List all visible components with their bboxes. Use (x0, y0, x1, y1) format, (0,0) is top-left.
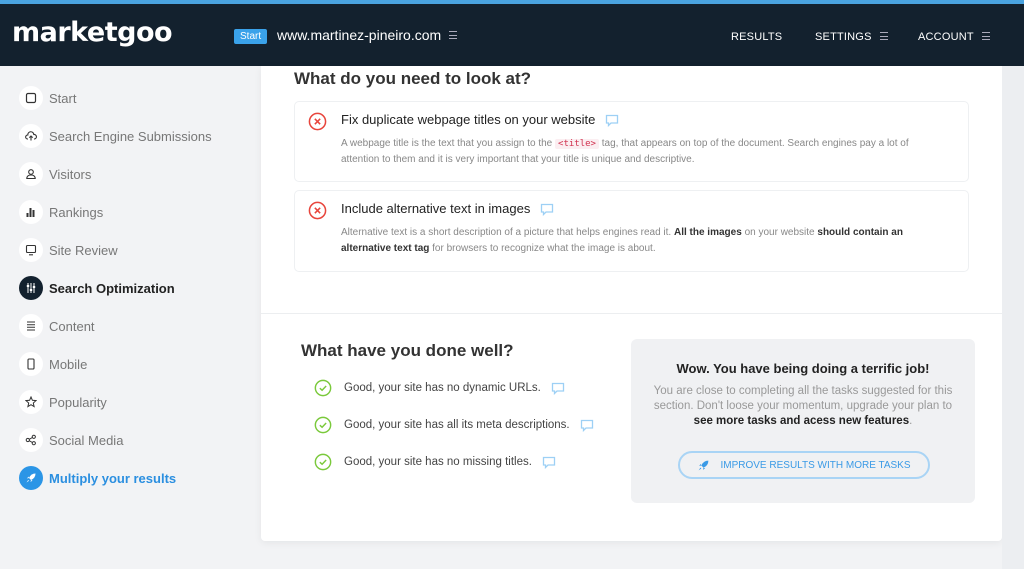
square-icon (19, 86, 43, 110)
share-icon (19, 428, 43, 452)
mobile-icon (19, 352, 43, 376)
sidebar-item-visitors[interactable]: Visitors (19, 161, 91, 187)
sidebar-item-label: Mobile (49, 356, 88, 372)
sidebar-item-label: Site Review (49, 242, 118, 258)
good-item: Good, your site has no dynamic URLs. (314, 378, 565, 398)
improve-results-button[interactable]: IMPROVE RESULTS WITH MORE TASKS (678, 451, 930, 479)
sidebar-item-label: Social Media (49, 432, 124, 448)
comment-icon[interactable] (542, 456, 556, 469)
monitor-icon (19, 238, 43, 262)
sidebar-item-start[interactable]: Start (19, 85, 76, 111)
menu-icon (981, 32, 990, 41)
menu-icon (449, 31, 458, 40)
improve-results-button-label: IMPROVE RESULTS WITH MORE TASKS (720, 459, 911, 471)
issue-desc-text: for browsers to recognize what the image… (432, 243, 656, 254)
error-x-icon (308, 112, 327, 131)
top-navbar: marketgoo Start www.martinez-pineiro.com… (0, 4, 1024, 66)
marketgoo-logo[interactable]: marketgoo (12, 17, 173, 48)
issue-title-text: Include alternative text in images (341, 201, 531, 216)
check-circle-icon (314, 416, 332, 434)
promo-text-end: . (909, 415, 913, 427)
rocket-icon (699, 460, 709, 470)
promo-text-body: You are close to completing all the task… (653, 385, 953, 412)
issue-card[interactable]: Fix duplicate webpage titles on your web… (294, 101, 969, 182)
sidebar-item-label: Visitors (49, 166, 92, 182)
issue-card[interactable]: Include alternative text in images Alter… (294, 190, 969, 272)
check-circle-icon (314, 379, 332, 397)
issue-description: A webpage title is the text that you ass… (341, 136, 931, 168)
good-item-text: Good, your site has no dynamic URLs. (344, 382, 541, 394)
upgrade-promo-box: Wow. You have being doing a terrific job… (631, 339, 975, 503)
sidebar-item-multiply-your-results[interactable]: Multiply your results (19, 465, 176, 491)
cloud-upload-icon (19, 124, 43, 148)
issue-desc-text: Alternative text is a short description … (341, 227, 672, 238)
good-item-text: Good, your site has all its meta descrip… (344, 419, 570, 431)
sidebar-item-label: Search Engine Submissions (49, 128, 212, 144)
nav-settings[interactable]: SETTINGS (815, 31, 888, 43)
lines-icon (19, 314, 43, 338)
sidebar-item-search-optimization[interactable]: Search Optimization (19, 275, 175, 301)
comment-icon[interactable] (580, 419, 594, 432)
user-icon (19, 162, 43, 186)
error-x-icon (308, 201, 327, 220)
sidebar-item-social-media[interactable]: Social Media (19, 427, 123, 453)
code-tag: <title> (555, 139, 599, 149)
sidebar-item-site-review[interactable]: Site Review (19, 237, 118, 263)
issue-desc-bold: All the images (673, 227, 742, 238)
rocket-icon (19, 466, 43, 490)
star-icon (19, 390, 43, 414)
bar-chart-icon (19, 200, 43, 224)
sliders-icon (19, 276, 43, 300)
done-well-title: What have you done well? (301, 341, 514, 360)
main-card: What do you need to look at? Fix duplica… (261, 66, 1002, 541)
page-gutter (1002, 66, 1024, 569)
site-domain: www.martinez-pineiro.com (277, 27, 442, 43)
sidebar-item-label: Popularity (49, 394, 107, 410)
nav-results-label: RESULTS (731, 31, 783, 43)
sidebar-item-popularity[interactable]: Popularity (19, 389, 107, 415)
sidebar-item-content[interactable]: Content (19, 313, 95, 339)
sidebar-item-search-engine-submissions[interactable]: Search Engine Submissions (19, 123, 212, 149)
sidebar-item-label: Start (49, 90, 77, 106)
good-item: Good, your site has all its meta descrip… (314, 415, 594, 435)
nav-account[interactable]: ACCOUNT (918, 31, 990, 43)
issue-title: Include alternative text in images (341, 201, 554, 217)
site-selector[interactable]: www.martinez-pineiro.com (277, 27, 458, 43)
sidebar-item-label: Content (49, 318, 95, 334)
promo-text: You are close to completing all the task… (651, 384, 955, 429)
sidebar-item-mobile[interactable]: Mobile (19, 351, 87, 377)
sidebar-item-label: Rankings (49, 204, 104, 220)
start-badge[interactable]: Start (234, 29, 268, 44)
check-circle-icon (314, 453, 332, 471)
nav-settings-label: SETTINGS (815, 31, 872, 43)
good-item: Good, your site has no missing titles. (314, 452, 556, 472)
menu-icon (879, 32, 888, 41)
issue-title-text: Fix duplicate webpage titles on your web… (341, 112, 596, 127)
nav-results[interactable]: RESULTS (731, 31, 782, 43)
nav-account-label: ACCOUNT (918, 31, 974, 43)
comment-icon[interactable] (605, 114, 619, 128)
sidebar: Start Search Engine Submissions Visitors… (0, 66, 260, 569)
good-item-text: Good, your site has no missing titles. (344, 456, 532, 468)
issue-description: Alternative text is a short description … (341, 225, 931, 257)
sidebar-item-label: Multiply your results (49, 470, 177, 486)
sidebar-item-rankings[interactable]: Rankings (19, 199, 103, 225)
issue-desc-text: on your website (744, 227, 815, 238)
comment-icon[interactable] (551, 382, 565, 395)
sidebar-item-label: Search Optimization (49, 280, 175, 296)
promo-text-bold: see more tasks and acess new features (693, 415, 910, 427)
promo-title: Wow. You have being doing a terrific job… (676, 361, 930, 376)
issue-title: Fix duplicate webpage titles on your web… (341, 112, 619, 128)
look-at-title: What do you need to look at? (294, 69, 532, 88)
issue-desc-text: A webpage title is the text that you ass… (341, 138, 553, 149)
section-divider (261, 313, 1002, 314)
comment-icon[interactable] (540, 203, 554, 217)
